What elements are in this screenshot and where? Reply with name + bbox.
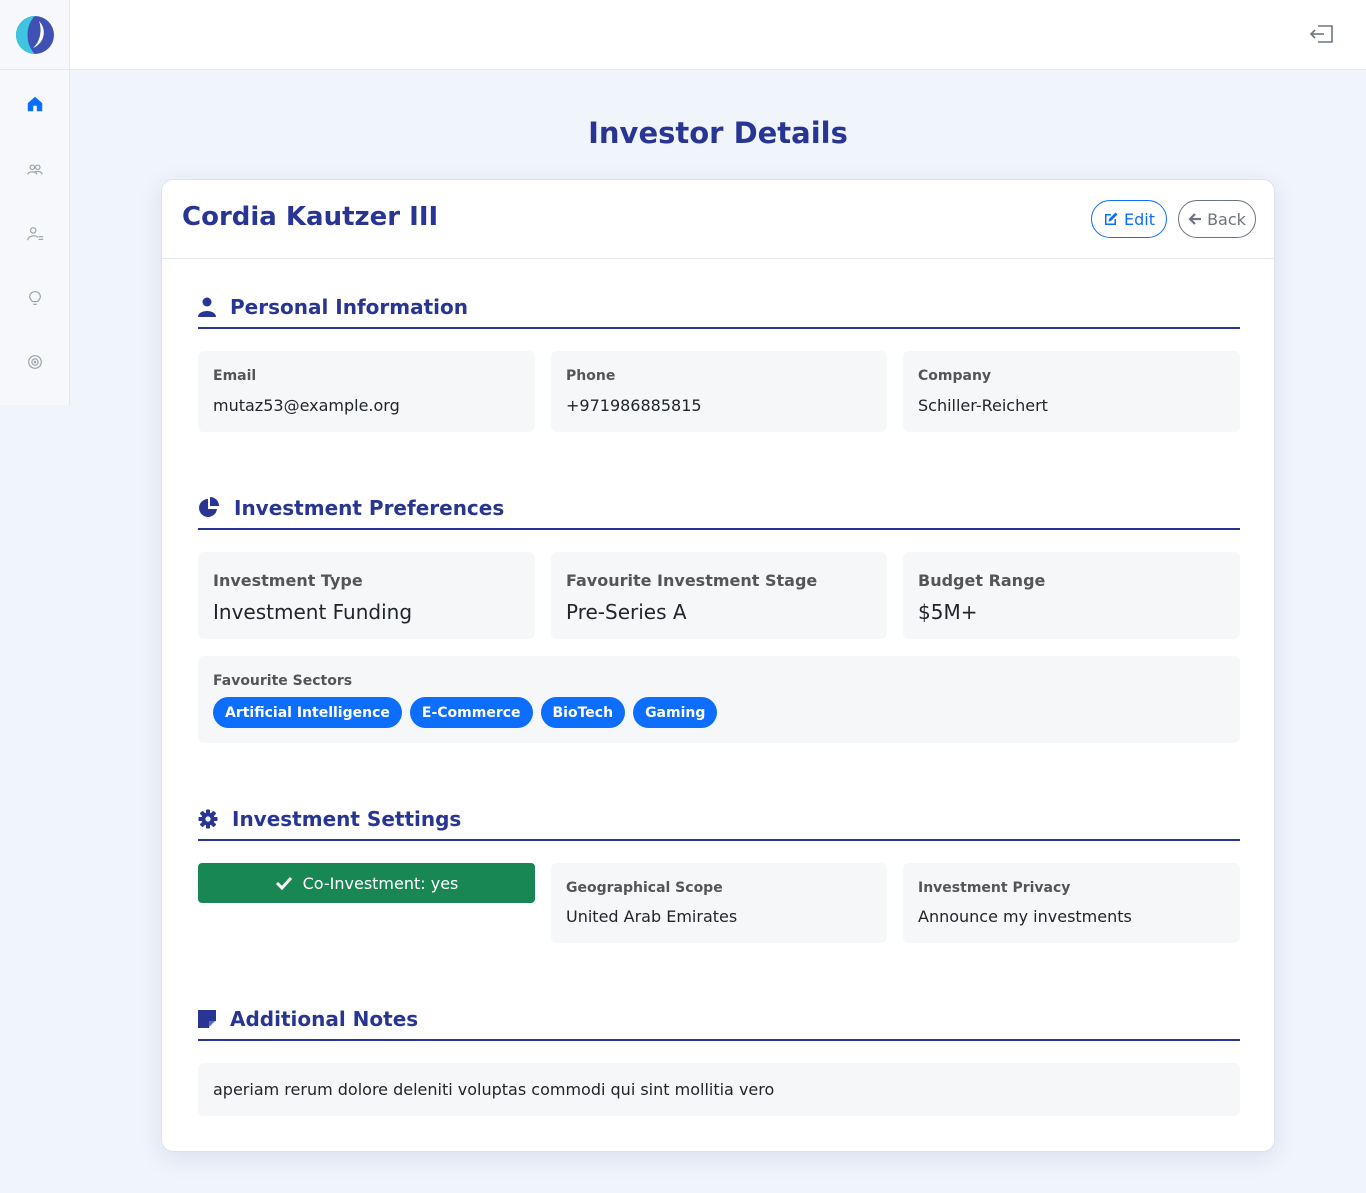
section-header: Additional Notes — [198, 1003, 1240, 1041]
check-icon — [275, 876, 292, 890]
sectors-label: Favourite Sectors — [213, 673, 353, 689]
budget-value: $5M+ — [918, 600, 978, 624]
section-title: Additional Notes — [230, 1007, 419, 1031]
section-title: Personal Information — [230, 295, 468, 319]
company-box: Company Schiller-Reichert — [903, 351, 1240, 432]
additional-notes-section: Additional Notes aperiam rerum dolore de… — [198, 1003, 1240, 1117]
edit-label: Edit — [1124, 209, 1155, 229]
home-icon — [27, 96, 43, 112]
note-icon — [198, 1010, 216, 1028]
sidebar-item-home[interactable] — [0, 84, 70, 124]
co-investment-badge: Co-Investment: yes — [198, 863, 535, 903]
sector-pill: E-Commerce — [409, 697, 533, 728]
logout-button[interactable] — [1308, 20, 1336, 48]
sector-pill: Artificial Intelligence — [213, 697, 402, 728]
geo-scope-value: United Arab Emirates — [566, 907, 738, 926]
section-header: Investment Preferences — [198, 492, 1240, 530]
investment-preferences-section: Investment Preferences Investment Type I… — [198, 492, 1240, 744]
sidebar-item-users[interactable] — [0, 150, 70, 190]
arrow-left-icon — [1188, 213, 1202, 225]
email-box: Email mutaz53@example.org — [198, 351, 535, 432]
notes-text: aperiam rerum dolore deleniti voluptas c… — [213, 1080, 775, 1099]
card-header: Cordia Kautzer III Edit Back — [162, 180, 1274, 259]
email-label: Email — [213, 368, 257, 384]
budget-label: Budget Range — [918, 571, 1046, 590]
sector-pills: Artificial Intelligence E-Commerce BioTe… — [213, 697, 718, 728]
investment-stage-label: Favourite Investment Stage — [566, 571, 818, 590]
investment-type-label: Investment Type — [213, 571, 363, 590]
phone-value: +971986885815 — [566, 396, 702, 415]
investment-stage-value: Pre-Series A — [566, 600, 687, 624]
company-label: Company — [918, 368, 992, 384]
email-value: mutaz53@example.org — [213, 396, 400, 415]
budget-box: Budget Range $5M+ — [903, 552, 1240, 639]
investment-type-box: Investment Type Investment Funding — [198, 552, 535, 639]
sector-pill: Gaming — [633, 697, 718, 728]
app-logo-icon — [15, 15, 54, 54]
sidebar-item-ideas[interactable] — [0, 278, 70, 318]
user-icon — [198, 297, 216, 317]
investment-type-value: Investment Funding — [213, 600, 413, 624]
lightbulb-icon — [29, 291, 41, 305]
edit-button[interactable]: Edit — [1091, 200, 1167, 238]
page-title: Investor Details — [588, 116, 848, 150]
geo-scope-box: Geographical Scope United Arab Emirates — [551, 863, 887, 943]
notes-box: aperiam rerum dolore deleniti voluptas c… — [198, 1063, 1240, 1116]
investor-name: Cordia Kautzer III — [182, 202, 439, 232]
sidebar-item-target[interactable] — [0, 342, 70, 382]
target-icon — [28, 355, 42, 369]
section-header: Investment Settings — [198, 803, 1240, 841]
investor-card: Cordia Kautzer III Edit Back Personal In… — [161, 179, 1275, 1152]
section-header: Personal Information — [198, 291, 1240, 329]
investment-stage-box: Favourite Investment Stage Pre-Series A — [551, 552, 887, 639]
topbar — [70, 0, 1366, 70]
section-title: Investment Preferences — [234, 496, 505, 520]
company-value: Schiller-Reichert — [918, 396, 1048, 415]
gear-icon — [198, 809, 218, 829]
users-icon — [27, 164, 43, 175]
pie-chart-icon — [199, 497, 219, 517]
sidebar — [0, 0, 70, 405]
investment-settings-section: Investment Settings Co-Investment: yes G… — [198, 803, 1240, 943]
back-button[interactable]: Back — [1178, 200, 1256, 238]
back-label: Back — [1207, 209, 1246, 229]
phone-label: Phone — [566, 368, 616, 384]
logout-icon — [1309, 25, 1333, 43]
privacy-label: Investment Privacy — [918, 880, 1071, 896]
co-investment-text: Co-Investment: yes — [302, 873, 459, 893]
phone-box: Phone +971986885815 — [551, 351, 887, 432]
edit-icon — [1105, 212, 1118, 225]
privacy-box: Investment Privacy Announce my investmen… — [903, 863, 1240, 943]
section-title: Investment Settings — [232, 807, 462, 831]
logo[interactable] — [0, 0, 69, 70]
personal-info-section: Personal Information Email mutaz53@examp… — [198, 291, 1240, 433]
sectors-box: Favourite Sectors Artificial Intelligenc… — [198, 656, 1240, 743]
geo-scope-label: Geographical Scope — [566, 880, 723, 896]
user-list-icon — [27, 227, 44, 241]
sidebar-item-investors[interactable] — [0, 214, 70, 254]
sector-pill: BioTech — [540, 697, 626, 728]
privacy-value: Announce my investments — [918, 907, 1132, 926]
